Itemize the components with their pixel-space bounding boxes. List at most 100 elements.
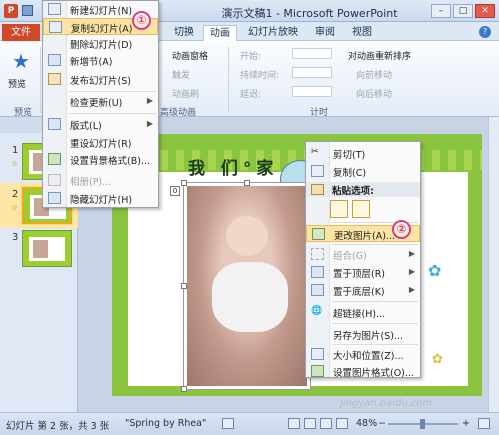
publish-icon [48, 73, 61, 85]
submenu-arrow-icon: ▶ [146, 119, 153, 128]
slideshow-view-icon[interactable] [336, 418, 348, 429]
submenu-arrow-icon: ▶ [146, 96, 153, 105]
format-picture-icon [311, 365, 324, 377]
cut-item[interactable]: ✂ 剪切(T) [306, 145, 420, 162]
resize-handle[interactable] [181, 180, 187, 186]
zoom-out-button[interactable]: − [378, 418, 386, 429]
submenu-arrow-icon: ▶ [408, 285, 415, 294]
send-back-icon [311, 284, 324, 296]
photo-album-item[interactable]: 相册(P)... [43, 172, 158, 189]
save-as-picture-item[interactable]: 另存为图片(S)... [306, 326, 420, 343]
normal-view-icon[interactable] [288, 418, 300, 429]
tab-animations[interactable]: 动画 [203, 25, 237, 41]
animation-star-icon: ☆ [11, 159, 19, 168]
flower-decoration-icon: ✿ [432, 352, 443, 367]
scissors-icon: ✂ [311, 147, 319, 157]
menu-separator [332, 344, 418, 345]
start-select[interactable] [292, 48, 332, 59]
delay-input[interactable] [292, 86, 332, 97]
delete-slide-item[interactable]: 删除幻灯片(D) [43, 35, 158, 52]
window-controls: – □ ✕ [431, 4, 495, 18]
tab-review[interactable]: 审阅 [309, 25, 341, 41]
duplicate-slide-icon [49, 21, 62, 33]
move-earlier-button[interactable]: 向前移动 [356, 68, 392, 81]
paste-as-picture-button[interactable] [352, 200, 370, 218]
reading-view-icon[interactable] [320, 418, 332, 429]
zoom-in-button[interactable]: + [462, 418, 470, 429]
check-updates-item[interactable]: 检查更新(U) ▶ [43, 93, 158, 110]
paste-keep-formatting-button[interactable] [330, 200, 348, 218]
preview-star-icon[interactable]: ★ [12, 49, 30, 73]
submenu-arrow-icon: ▶ [408, 249, 415, 258]
bring-front-icon [311, 266, 324, 278]
slide-sorter-view-icon[interactable] [304, 418, 316, 429]
paste-icon [311, 184, 324, 195]
send-to-back-item[interactable]: 置于底层(K) ▶ [306, 282, 420, 299]
format-picture-item[interactable]: 设置图片格式(O)... [306, 363, 420, 380]
section-icon [48, 54, 61, 66]
new-slide-icon [48, 3, 61, 15]
reorder-label: 对动画重新排序 [348, 52, 412, 62]
slide-number: 2 [12, 189, 19, 200]
copy-item[interactable]: 复制(C) [306, 163, 420, 180]
close-button[interactable]: ✕ [475, 4, 495, 18]
size-position-item[interactable]: 大小和位置(Z)... [306, 346, 420, 363]
callout-1: ① [132, 11, 151, 30]
background-icon [48, 153, 61, 165]
resize-handle[interactable] [244, 180, 250, 186]
resize-handle[interactable] [181, 386, 187, 392]
preview-button[interactable]: 预览 [8, 77, 26, 90]
duration-label: 持续时间: [240, 71, 280, 81]
move-later-button[interactable]: 向后移动 [356, 87, 392, 100]
zoom-level[interactable]: 48% [356, 418, 377, 429]
globe-link-icon: 🌐 [311, 306, 323, 316]
vertical-scrollbar[interactable] [488, 117, 499, 412]
zoom-slider-handle[interactable] [420, 419, 425, 429]
layout-item[interactable]: 版式(L) ▶ [43, 116, 158, 133]
baby-body [212, 262, 288, 332]
size-position-icon [311, 348, 324, 360]
duration-input[interactable] [292, 67, 332, 78]
slide-context-menu: 新建幻灯片(N) 复制幻灯片(A) 删除幻灯片(D) 新增节(A) 发布幻灯片(… [42, 0, 159, 208]
slide-number: 1 [12, 145, 19, 156]
theme-name-status[interactable]: "Spring by Rhea" [125, 418, 206, 429]
slide-position-status: 幻灯片 第 2 张，共 3 张 [6, 421, 110, 432]
tab-slideshow[interactable]: 幻灯片放映 [242, 25, 304, 41]
tab-transitions[interactable]: 切换 [168, 25, 200, 41]
callout-2: ② [392, 220, 411, 239]
spellcheck-icon[interactable] [222, 418, 234, 429]
menu-separator [332, 244, 418, 245]
group-item[interactable]: 组合(G) ▶ [306, 246, 420, 263]
slide-title[interactable]: 我 们°家 [188, 154, 278, 179]
maximize-button[interactable]: □ [453, 4, 473, 18]
menu-separator [69, 91, 156, 92]
publish-slides-item[interactable]: 发布幻灯片(S) [43, 71, 158, 88]
hide-slide-item[interactable]: 隐藏幻灯片(H) [43, 190, 158, 207]
fit-to-window-icon[interactable] [478, 418, 490, 429]
animation-order-tag: 0 [170, 186, 180, 196]
flower-decoration-icon: ✿ [428, 261, 442, 280]
add-section-item[interactable]: 新增节(A) [43, 52, 158, 69]
hide-slide-icon [48, 192, 61, 204]
watermark: jingyan.baidu.com [340, 398, 433, 409]
menu-separator [332, 323, 418, 324]
help-icon[interactable]: ? [479, 26, 491, 38]
reset-slide-item[interactable]: 重设幻灯片(R) [43, 134, 158, 151]
change-picture-icon [312, 228, 325, 240]
hyperlink-item[interactable]: 🌐 超链接(H)... [306, 304, 420, 321]
resize-handle[interactable] [181, 283, 187, 289]
ribbon-separator [228, 47, 229, 113]
trigger-button[interactable]: 触发 [172, 68, 190, 81]
tab-file[interactable]: 文件 [2, 24, 40, 41]
status-bar: 幻灯片 第 2 张，共 3 张 "Spring by Rhea" 48% − + [0, 412, 499, 435]
picture-context-menu: ✂ 剪切(T) 复制(C) 粘贴选项: 更改图片(A)... 组合(G) ▶ 置… [305, 141, 421, 380]
slide-thumbnail-3[interactable] [22, 230, 72, 267]
tab-view[interactable]: 视图 [346, 25, 378, 41]
delay-label: 延迟: [240, 90, 262, 100]
animation-pane-button[interactable]: 动画窗格 [172, 49, 208, 62]
bring-to-front-item[interactable]: 置于顶层(R) ▶ [306, 264, 420, 281]
animation-painter-button[interactable]: 动画刷 [172, 87, 199, 100]
group-icon [311, 248, 324, 260]
minimize-button[interactable]: – [431, 4, 451, 18]
format-background-item[interactable]: 设置背景格式(B)... [43, 151, 158, 168]
